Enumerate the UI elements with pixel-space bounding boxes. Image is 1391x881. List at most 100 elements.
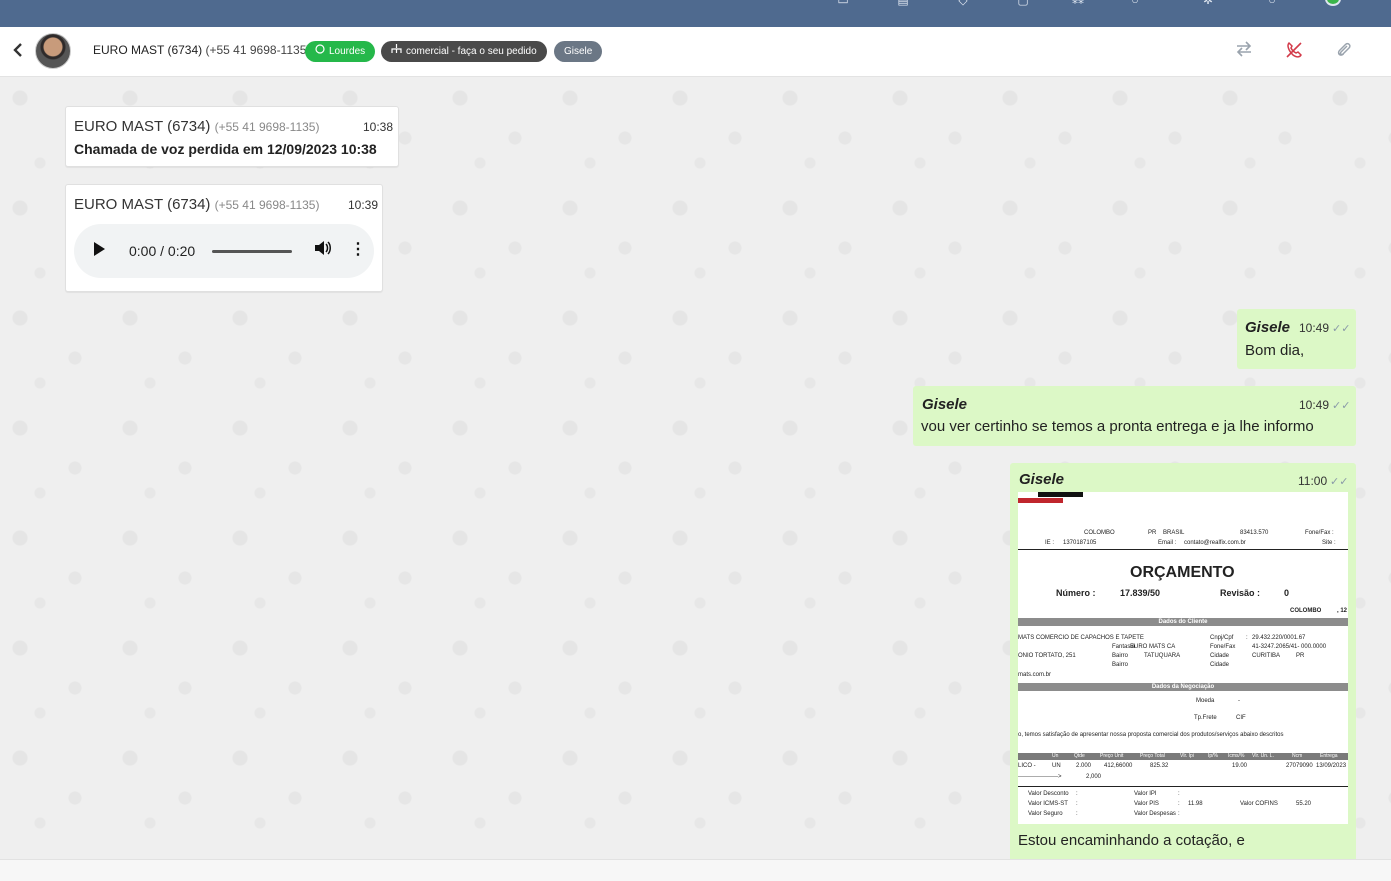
doc-site-label: Site : [1322,540,1336,546]
more-options-button[interactable]: ⋮ [1382,41,1391,63]
message-time: 11:00 [1298,474,1328,488]
queue-tag[interactable]: comercial - faça o seu pedido [381,41,547,62]
user-tag[interactable]: Gisele [554,41,603,62]
message-document: Gisele 11:00 ✓✓ COLOMBO PR BRASIL 83413.… [1010,463,1356,859]
transfer-icon [1236,41,1252,57]
doc-email-label: Email : [1158,540,1177,546]
doc-city: COLOMBO [1084,530,1115,536]
attendant-tag-label: Lourdes [329,46,366,57]
play-icon[interactable] [94,242,105,256]
attendant-tag[interactable]: Lourdes [305,41,376,62]
doc-client-name: MATS COMERCIO DE CAPACHOS E TAPETE [1018,635,1144,641]
doc-colon: : [1178,791,1180,797]
doc-place-suffix: , 12 [1337,608,1348,614]
message-time: 10:49 [1299,321,1330,335]
queue-tag-label: comercial - faça o seu pedido [406,46,537,57]
end-call-button[interactable] [1283,41,1305,63]
settings-icon[interactable]: ✲ [1200,0,1216,6]
transfer-button[interactable] [1233,41,1255,63]
phone-off-icon [1286,41,1302,58]
contact-avatar[interactable] [35,33,71,69]
sender-name: Gisele [1019,471,1065,488]
doc-col-vlrun: Vlr. Un. L. [1252,753,1274,759]
contact-phone: (+55 41 9698-1135) [205,43,311,57]
clock-icon[interactable]: ○ [1127,0,1143,6]
chat-header: EURO MAST (6734) (+55 41 9698-1135) Lour… [0,27,1391,77]
doc-col-ipi: Vlr. Ipi [1180,753,1194,759]
doc-uf: PR [1296,653,1305,659]
lock-icon[interactable]: ▢ [1015,0,1031,6]
message-time: 10:39 [348,198,379,212]
doc-section-client: Dados do Cliente [1018,618,1348,626]
audio-more-icon[interactable]: ⋮ [350,239,366,259]
doc-col-ncm: Ncm [1292,753,1303,759]
online-status-icon[interactable] [1325,0,1341,6]
doc-col-un: Un [1052,753,1059,759]
doc-col-total: Preço Total [1140,753,1165,759]
doc-colon: : [1076,801,1078,807]
doc-email: contato@realfix.com.br [1184,540,1246,546]
doc-row-ncm: 27079090 [1286,763,1313,769]
more-icon: ⋮ [1385,43,1391,60]
sender-phone: (+55 41 9698-1135) [214,120,320,134]
doc-col-qtde: Qtde [1074,753,1085,759]
quote-document-preview[interactable]: COLOMBO PR BRASIL 83413.570 Fone/Fax : I… [1018,492,1348,824]
doc-bairro-label: Bairro [1112,653,1129,659]
doc-colon: : [1246,635,1248,641]
doc-row-icms: 19.00 [1232,763,1248,769]
doc-ie-label: IE : [1045,540,1055,546]
doc-pis-label: Valor PIS [1134,801,1159,807]
message-time: 10:38 [363,120,394,134]
sender-name: Gisele [922,396,968,413]
contact-title: EURO MAST (6734) (+55 41 9698-1135) [93,43,310,57]
doc-cidade: CURITIBA [1252,653,1281,659]
doc-despesas-label: Valor Despesas [1134,811,1176,817]
help-icon[interactable]: ○ [1264,0,1280,6]
message-composer[interactable] [0,859,1391,881]
doc-bairro2-label: Bairro [1112,662,1129,668]
messages-area[interactable]: EURO MAST (6734) (+55 41 9698-1135) 10:3… [0,78,1391,859]
read-receipt-icon: ✓✓ [1332,400,1351,412]
doc-section-negotiation: Dados da Negociação [1018,683,1348,691]
sender-phone: (+55 41 9698-1135) [214,198,320,212]
message-text: vou ver certinho se temos a pronta entre… [921,418,1314,435]
audio-player[interactable]: 0:00 / 0:20 ⋮ [74,224,374,278]
document-icon[interactable]: ▤ [895,0,911,6]
paperclip-icon [1337,42,1351,56]
doc-zip: 83413.570 [1240,530,1269,536]
doc-address: ONIO TORTATO, 251 [1018,653,1076,659]
sitemap-icon [391,41,402,62]
users-icon[interactable]: ⁂ [1070,0,1086,6]
pin-icon[interactable]: ◇ [955,0,971,6]
doc-frete: CIF [1236,715,1246,721]
doc-colon: : [1178,801,1180,807]
back-button[interactable] [9,41,27,63]
read-receipt-icon: ✓✓ [1330,476,1349,488]
message-sender: EURO MAST (6734) (+55 41 9698-1135) [74,196,319,213]
sender-name: Gisele [1245,319,1291,336]
doc-moeda: - [1238,698,1240,704]
top-nav-bar: ▭ ▤ ◇ ▢ ⁂ ○ ✲ ○ [0,0,1391,27]
doc-title: ORÇAMENTO [1130,564,1235,581]
doc-table-header: Un Qtde Preço Unit Preço Total Vlr. Ipi … [1018,753,1348,760]
doc-state: PR [1148,530,1157,536]
doc-row-unit: 412,66000 [1104,763,1133,769]
doc-row-total: 825.32 [1150,763,1169,769]
message-sender: EURO MAST (6734) (+55 41 9698-1135) [74,118,319,135]
message-outgoing: Gisele 10:49 ✓✓ vou ver certinho se temo… [913,386,1356,446]
doc-colon: : [1076,811,1078,817]
chat-icon[interactable]: ▭ [835,0,851,6]
doc-intro: o, temos satisfação de apresentar nossa … [1018,732,1284,738]
doc-row-item: LICO - [1018,763,1036,769]
attach-button[interactable] [1333,41,1355,63]
audio-progress-slider[interactable] [212,250,292,253]
sender-name: EURO MAST (6734) [74,118,211,135]
doc-fone-label: Fone/Fax [1210,644,1236,650]
doc-col-ippct: Ip/% [1208,753,1219,759]
read-receipt-icon: ✓✓ [1332,323,1351,335]
doc-fone: 41-3247.2065/41- 000.0000 [1252,644,1327,650]
chevron-left-icon [13,43,22,57]
doc-cofins-label: Valor COFINS [1240,801,1278,807]
volume-icon[interactable] [314,240,332,261]
message-outgoing: Gisele 10:49 ✓✓ Bom dia, [1237,309,1356,369]
